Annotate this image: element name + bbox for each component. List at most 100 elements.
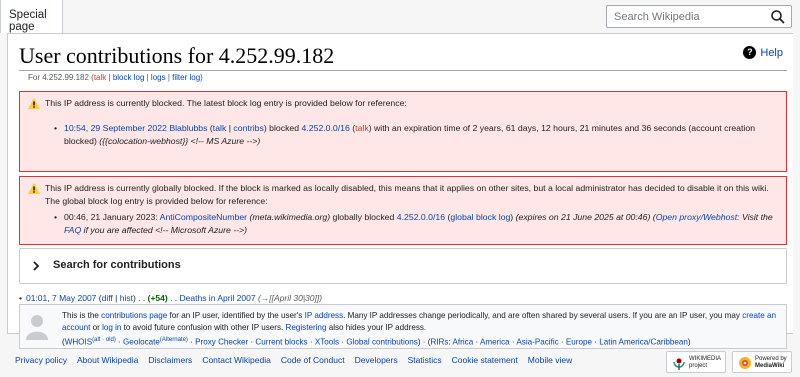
wikimedia-project-badge[interactable]: WIKIMEDIA project [666,351,726,373]
mediawiki-badge-line2: MediaWiki [755,363,785,369]
page-link[interactable]: Deaths in April 2007 [180,293,256,303]
global-block-expiry: (expires on 21 June 2025 at 00:46) [515,212,651,222]
rir-africa-link[interactable]: Africa [453,338,474,347]
current-blocks-link[interactable]: Current blocks [255,338,307,347]
block-entry-range-talk[interactable]: talk [355,123,369,133]
global-block-user[interactable]: AntiCompositeNumber [160,212,247,222]
global-block-site: (meta.wikimedia.org) [249,212,331,222]
faq-link[interactable]: FAQ [64,225,81,235]
block-entry-user[interactable]: Blablubbs [169,123,207,133]
powered-by-mediawiki-badge[interactable]: Powered by MediaWiki [732,351,792,373]
rir-europe-link[interactable]: Europe [566,338,592,347]
rir-latam-link[interactable]: Latin America/Caribbean [599,338,688,347]
footer-link-privacy[interactable]: Privacy policy [15,355,67,365]
info-text-1: This is the [62,311,102,320]
ip-info-text: This is the contributions page for an IP… [62,311,776,347]
wikimedia-badge-line1: WIKIMEDIA [689,356,722,362]
info-text-5: to avoid future confusion with other IP … [121,323,286,332]
rirs-link[interactable]: RIRs [430,338,448,347]
size-change: (+54) [147,293,168,303]
ip-address-link[interactable]: IP address [305,311,344,320]
footer-link-cookies[interactable]: Cookie statement [452,355,518,365]
block-log-link[interactable]: block log [113,73,145,82]
title-divider [19,70,787,71]
help-label: Help [760,46,783,59]
ip-info-box: This is the contributions page for an IP… [19,304,787,349]
footer-link-disclaimers[interactable]: Disclaimers [148,355,192,365]
info-text-2: for an IP user, identified by the user's [167,311,305,320]
rir-asia-link[interactable]: Asia-Pacific [516,338,558,347]
search-input[interactable] [608,7,763,26]
wikimedia-badge-line2: project [689,363,708,369]
info-text-3: . Many IP addresses change periodically,… [343,311,743,320]
edit-summary: (→[[April 30|30]]) [257,293,323,303]
block-log-list: 10:54, 29 September 2022 Blablubbs (talk… [54,122,776,148]
block-entry-reason: ({{colocation-webhost}} <!-- MS Azure --… [99,136,261,146]
search-contributions-toggle[interactable]: Search for contributions [19,248,787,284]
subtitle-suffix: ) [200,73,203,82]
footer-link-about[interactable]: About Wikipedia [77,355,138,365]
talk-link[interactable]: talk [94,73,106,82]
warning-icon [28,183,40,194]
block-entry-talk[interactable]: talk [213,123,227,133]
contributions-page-link[interactable]: contributions page [101,311,167,320]
diff-link[interactable]: diff [102,293,113,303]
search-icon[interactable] [770,9,786,25]
global-block-date: 00:46, 21 January 2023: [64,212,158,222]
subtitle-tools: For 4.252.99.182 (talk | block log | log… [28,73,203,82]
rir-america-link[interactable]: America [480,338,510,347]
footer-link-conduct[interactable]: Code of Conduct [281,355,345,365]
mediawiki-logo-icon [739,357,751,369]
block-entry-date[interactable]: 10:54, 29 September 2022 [64,123,167,133]
warning-icon [28,98,40,109]
open-proxy-link[interactable]: Open proxy/Webhost [656,212,737,222]
tab-special-page[interactable]: Special page [0,0,63,33]
search-contributions-heading: Search for contributions [53,259,181,271]
info-text-4: or [90,323,103,332]
filter-log-link[interactable]: filter log [172,73,200,82]
xtools-link[interactable]: XTools [315,338,339,347]
global-block-reason-mid: : Visit the [737,212,773,222]
content-panel: User contributions for 4.252.99.182 ? He… [7,33,793,349]
global-block-reason-end: if you are affected <!-- Microsoft Azure… [83,225,247,235]
help-icon: ? [743,46,757,59]
footer-link-developers[interactable]: Developers [355,355,398,365]
whois-alt-link[interactable]: (alt · old) [92,337,116,343]
registering-link[interactable]: Registering [286,323,327,332]
block-entry-verb: blocked [269,123,300,133]
help-link[interactable]: ? Help [743,46,783,59]
block-message: This IP address is currently blocked. Th… [45,98,407,108]
contrib-date-link[interactable]: 01:01, 7 May 2007 [26,293,96,303]
footer-link-contact[interactable]: Contact Wikipedia [202,355,271,365]
info-text-6: also hides your IP address. [326,323,427,332]
block-notice: This IP address is currently blocked. Th… [19,91,787,172]
mediawiki-badge-line1: Powered by [755,356,787,362]
geolocate-link[interactable]: Geolocate [123,338,160,347]
block-log-entry: 10:54, 29 September 2022 Blablubbs (talk… [54,122,776,148]
proxy-checker-link[interactable]: Proxy Checker [195,338,248,347]
footer-links: Privacy policy About Wikipedia Disclaime… [15,355,572,365]
global-block-message: This IP address is currently globally bl… [45,183,769,206]
logs-link[interactable]: logs [151,73,166,82]
page-title: User contributions for 4.252.99.182 [19,43,335,68]
global-block-log-list: 00:46, 21 January 2023: AntiCompositeNum… [54,211,776,237]
search-box [606,5,792,28]
log-in-link[interactable]: log in [102,323,121,332]
block-entry-contribs[interactable]: contribs [233,123,263,133]
global-block-log-entry: 00:46, 21 January 2023: AntiCompositeNum… [54,211,776,237]
global-block-verb: globally blocked [332,212,395,222]
geolocate-alt-link[interactable]: (Alternate) [160,337,188,343]
subtitle-prefix: For 4.252.99.182 ( [28,73,94,82]
footer-link-mobile[interactable]: Mobile view [528,355,572,365]
whois-link[interactable]: WHOIS [65,338,92,347]
global-contributions-link[interactable]: Global contributions [346,338,418,347]
footer-link-statistics[interactable]: Statistics [408,355,442,365]
hist-link[interactable]: hist [120,293,133,303]
global-block-log-link[interactable]: global block log [450,212,510,222]
chevron-right-icon [33,261,40,271]
wikimedia-logo-icon [673,358,685,370]
global-block-range[interactable]: 4.252.0.0/16 [397,212,445,222]
block-entry-range[interactable]: 4.252.0.0/16 [302,123,350,133]
user-icon [26,315,48,340]
global-block-notice: This IP address is currently globally bl… [19,176,787,245]
